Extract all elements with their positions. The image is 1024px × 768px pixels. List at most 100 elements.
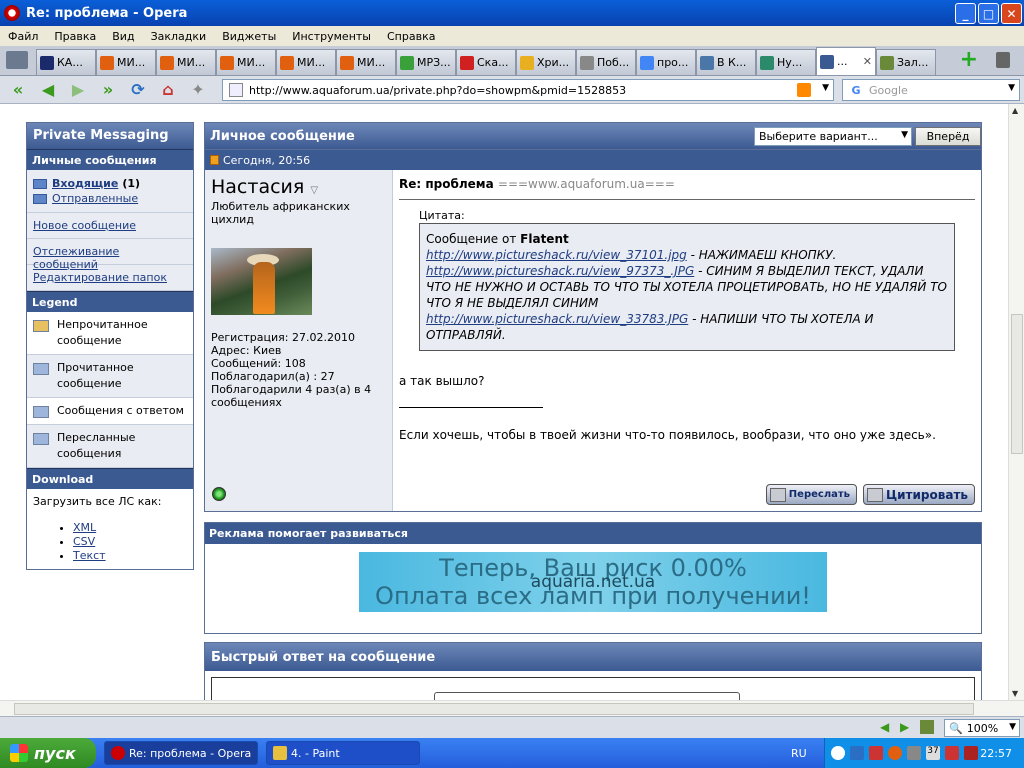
tab-11[interactable]: В К... bbox=[696, 49, 756, 75]
horizontal-scrollbar[interactable] bbox=[0, 700, 1024, 716]
tray-opera-icon[interactable] bbox=[888, 746, 902, 760]
tray-antivirus-icon[interactable] bbox=[869, 746, 883, 760]
address-bar[interactable]: http://www.aquaforum.ua/private.php?do=s… bbox=[222, 79, 834, 101]
tab-9[interactable]: Поб... bbox=[576, 49, 636, 75]
tab-6[interactable]: МРЗ... bbox=[396, 49, 456, 75]
tray-counter[interactable]: 37 bbox=[926, 746, 940, 760]
fast-forward-icon[interactable]: » bbox=[96, 79, 120, 101]
forward-small-icon[interactable]: ▶ bbox=[900, 720, 914, 734]
search-placeholder: Google bbox=[869, 83, 908, 97]
tray-app-icon[interactable] bbox=[964, 746, 978, 760]
start-button[interactable]: пуск bbox=[0, 738, 96, 768]
tab-list: КА... МИ... МИ... МИ... МИ... МИ... МРЗ... Ска.… bbox=[36, 47, 936, 75]
google-icon[interactable]: G bbox=[848, 82, 864, 98]
tab-8[interactable]: Хри... bbox=[516, 49, 576, 75]
tab-2[interactable]: МИ... bbox=[156, 49, 216, 75]
search-dropdown-icon[interactable]: ▼ bbox=[1008, 83, 1015, 93]
tray-speaker-icon[interactable] bbox=[907, 746, 921, 760]
tab-12[interactable]: Ну... bbox=[756, 49, 816, 75]
zoom-control[interactable]: 🔍 100% ▼ bbox=[944, 719, 1020, 737]
inbox-link[interactable]: Входящие bbox=[52, 177, 118, 190]
menu-widgets[interactable]: Виджеты bbox=[214, 30, 284, 43]
new-tab-icon[interactable]: + bbox=[960, 49, 978, 71]
sent-link[interactable]: Отправленные bbox=[52, 192, 138, 205]
scroll-down-icon[interactable]: ▼ bbox=[1012, 689, 1018, 698]
action-select[interactable]: Выберите вариант... ▼ bbox=[754, 127, 912, 146]
message-date: Сегодня, 20:56 bbox=[223, 153, 311, 167]
quote-button[interactable]: Цитировать bbox=[863, 484, 975, 505]
menu-file[interactable]: Файл bbox=[0, 30, 46, 43]
opera-icon bbox=[4, 5, 20, 21]
menu-help[interactable]: Справка bbox=[379, 30, 443, 43]
navigation-bar: « ◀ ▶ » ⟳ ⌂ ✦ http://www.aquaforum.ua/pr… bbox=[0, 76, 1024, 104]
quote-link-3[interactable]: http://www.pictureshack.ru/view_33783.JP… bbox=[426, 312, 688, 326]
language-indicator[interactable]: RU bbox=[791, 747, 807, 760]
quick-reply-input[interactable] bbox=[434, 692, 740, 700]
zoom-dropdown-icon[interactable]: ▼ bbox=[1009, 722, 1016, 732]
tab-label: В К... bbox=[717, 56, 747, 69]
download-csv-link[interactable]: CSV bbox=[73, 535, 95, 548]
forward-icon[interactable]: ▶ bbox=[66, 79, 90, 101]
reload-icon[interactable]: ⟳ bbox=[126, 79, 150, 101]
search-field[interactable]: G Google ▼ bbox=[842, 79, 1020, 101]
rss-icon[interactable] bbox=[797, 83, 811, 97]
tray-network-icon[interactable] bbox=[850, 746, 864, 760]
tab-7[interactable]: Ска... bbox=[456, 49, 516, 75]
close-button[interactable]: ✕ bbox=[1001, 3, 1022, 24]
tab-1[interactable]: МИ... bbox=[96, 49, 156, 75]
tab-13[interactable]: ... ✕ bbox=[816, 47, 876, 75]
menu-edit[interactable]: Правка bbox=[46, 30, 104, 43]
wand-icon[interactable]: ✦ bbox=[186, 79, 210, 101]
task-paint[interactable]: 4. - Paint bbox=[266, 741, 420, 765]
post-subject-site: ===www.aquaforum.ua=== bbox=[497, 177, 675, 191]
tab-close-icon[interactable]: ✕ bbox=[863, 55, 872, 68]
quote-link-1[interactable]: http://www.pictureshack.ru/view_37101.jp… bbox=[426, 248, 687, 262]
menu-tools[interactable]: Инструменты bbox=[284, 30, 379, 43]
forward-go-button[interactable]: Вперёд bbox=[915, 127, 981, 146]
horizontal-scroll-thumb[interactable] bbox=[14, 703, 974, 715]
legend-header: Legend bbox=[27, 291, 193, 312]
trash-icon[interactable] bbox=[996, 52, 1010, 68]
avatar[interactable] bbox=[211, 248, 312, 315]
username[interactable]: Настасия ▽ bbox=[211, 176, 386, 198]
maximize-button[interactable]: □ bbox=[978, 3, 999, 24]
clock: 22:57 bbox=[980, 747, 1012, 760]
address-url: http://www.aquaforum.ua/private.php?do=s… bbox=[249, 83, 627, 97]
page-icon bbox=[229, 83, 243, 97]
tab-10[interactable]: про... bbox=[636, 49, 696, 75]
forward-post-button[interactable]: Переслать bbox=[765, 484, 858, 505]
edit-folders-link[interactable]: Редактирование папок bbox=[33, 271, 167, 284]
tray-flag-icon[interactable] bbox=[945, 746, 959, 760]
address-dropdown-icon[interactable]: ▼ bbox=[822, 83, 829, 93]
back-small-icon[interactable]: ◀ bbox=[880, 720, 894, 734]
quote-block: Сообщение от Flatent http://www.pictures… bbox=[419, 223, 955, 351]
rewind-icon[interactable]: « bbox=[6, 79, 30, 101]
post-content: Re: проблема ===www.aquaforum.ua=== Цита… bbox=[393, 170, 981, 511]
tab-label: Ну... bbox=[777, 56, 803, 69]
task-opera[interactable]: Re: проблема - Opera bbox=[104, 741, 258, 765]
home-icon[interactable]: ⌂ bbox=[156, 79, 180, 101]
user-menu-icon[interactable]: ▽ bbox=[310, 185, 318, 196]
user-posts: Сообщений: 108 bbox=[211, 357, 306, 370]
tab-4[interactable]: МИ... bbox=[276, 49, 336, 75]
new-message-link[interactable]: Новое сообщение bbox=[33, 219, 136, 232]
vertical-scrollbar[interactable]: ▲ ▼ bbox=[1008, 104, 1024, 700]
back-icon[interactable]: ◀ bbox=[36, 79, 60, 101]
image-toggle-icon[interactable] bbox=[920, 720, 934, 734]
tray-expand-icon[interactable] bbox=[831, 746, 845, 760]
tab-14[interactable]: Зал... bbox=[876, 49, 936, 75]
tab-menu-icon[interactable] bbox=[6, 51, 28, 69]
vertical-scroll-thumb[interactable] bbox=[1011, 314, 1023, 454]
tab-5[interactable]: МИ... bbox=[336, 49, 396, 75]
ad-banner[interactable]: Теперь, Ваш риск 0.00% Оплата всех ламп … bbox=[359, 552, 827, 612]
menu-bookmarks[interactable]: Закладки bbox=[143, 30, 215, 43]
menu-view[interactable]: Вид bbox=[104, 30, 142, 43]
download-text-link[interactable]: Текст bbox=[73, 549, 106, 562]
forward-icon-small bbox=[769, 487, 786, 502]
download-xml-link[interactable]: XML bbox=[73, 521, 96, 534]
tab-0[interactable]: КА... bbox=[36, 49, 96, 75]
quote-link-2[interactable]: http://www.pictureshack.ru/view_97373_.J… bbox=[426, 264, 694, 278]
tab-3[interactable]: МИ... bbox=[216, 49, 276, 75]
minimize-button[interactable]: _ bbox=[955, 3, 976, 24]
scroll-up-icon[interactable]: ▲ bbox=[1012, 106, 1018, 115]
